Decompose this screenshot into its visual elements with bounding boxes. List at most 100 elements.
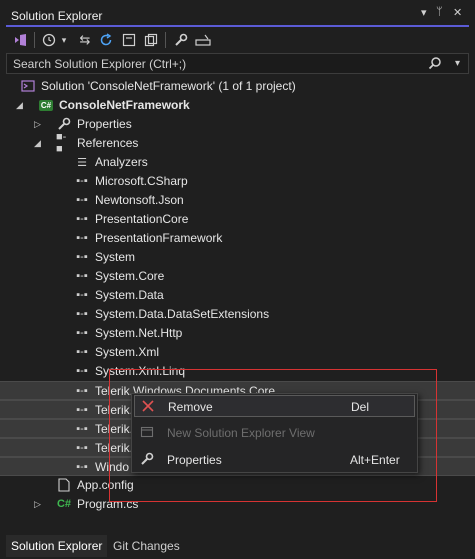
tree-item-label: App.config (77, 478, 134, 492)
remove-x-icon (142, 400, 154, 412)
toolbar (0, 27, 475, 53)
tree-item-label: Solution 'ConsoleNetFramework' (1 of 1 p… (41, 79, 296, 93)
new-view-icon (140, 426, 154, 438)
context-menu: Remove Del New Solution Explorer View Pr… (131, 393, 418, 473)
tree-item-references[interactable]: ◢ ■-■ References (0, 131, 475, 155)
show-all-files-icon[interactable] (142, 31, 160, 49)
reference-item[interactable]: ▪-▪ Microsoft.CSharp (0, 172, 475, 191)
tree-item-label: Program.cs (77, 497, 139, 511)
reference-label: System.Xml (95, 345, 160, 359)
expanded-arrow-icon[interactable]: ◢ (16, 100, 26, 110)
reference-label: System (95, 250, 136, 264)
assembly-reference-icon: ▪-▪ (76, 442, 88, 454)
assembly-reference-icon: ▪-▪ (76, 327, 88, 339)
toolbar-separator (34, 32, 35, 48)
reference-label: System.Core (95, 269, 165, 283)
csharp-project-icon: C# (38, 99, 54, 111)
tree-item-solution[interactable]: Solution 'ConsoleNetFramework' (1 of 1 p… (0, 77, 475, 96)
tree-item-label: ConsoleNetFramework (59, 98, 190, 112)
history-icon[interactable] (40, 31, 58, 49)
pin-icon[interactable]: ᛘ (436, 6, 443, 18)
reference-item[interactable]: ▪-▪ System.Xml.Linq (0, 362, 475, 381)
reference-item[interactable]: ▪-▪ System.Net.Http (0, 324, 475, 343)
assembly-reference-icon: ▪-▪ (76, 461, 88, 473)
tree-item-project[interactable]: ◢ C# ConsoleNetFramework (0, 96, 475, 115)
tree-item-analyzers[interactable]: ☰ Analyzers (0, 153, 475, 172)
tree-item-label: Properties (77, 117, 132, 131)
reference-label: System.Net.Http (95, 326, 183, 340)
collapse-all-icon[interactable] (120, 31, 138, 49)
sync-icon[interactable]: ⇆ (76, 31, 94, 49)
reference-label: Telerik. (95, 441, 134, 455)
assembly-reference-icon: ▪-▪ (76, 365, 88, 377)
toolbar-separator (165, 32, 166, 48)
assembly-reference-icon: ▪-▪ (76, 213, 88, 225)
menu-item-label: New Solution Explorer View (167, 426, 315, 440)
reference-label: System.Data.DataSetExtensions (95, 307, 270, 321)
tree-item-label: Analyzers (95, 155, 148, 169)
solution-icon (20, 79, 36, 93)
assembly-reference-icon: ▪-▪ (76, 289, 88, 301)
reference-label: Windo (95, 460, 130, 474)
references-icon: ■-■ (56, 131, 67, 155)
assembly-reference-icon: ▪-▪ (76, 423, 88, 435)
assembly-reference-icon: ▪-▪ (76, 175, 88, 187)
assembly-reference-icon: ▪-▪ (76, 308, 88, 320)
menu-item-label: Remove (168, 400, 213, 414)
menu-item-new-view[interactable]: New Solution Explorer View (134, 422, 415, 444)
menu-item-shortcut: Alt+Enter (350, 453, 400, 467)
menu-item-properties[interactable]: Properties Alt+Enter (134, 449, 415, 471)
reference-label: PresentationFramework (95, 231, 223, 245)
tree-item-program-cs[interactable]: ▷ C# Program.cs (0, 495, 475, 514)
reference-label: Telerik. (95, 422, 134, 436)
analyzers-icon: ☰ (77, 156, 87, 169)
properties-wrench-icon[interactable] (172, 31, 190, 49)
chevron-down-icon[interactable]: ▾ (59, 31, 69, 49)
assembly-reference-icon: ▪-▪ (76, 404, 88, 416)
reference-item[interactable]: ▪-▪ System.Data.DataSetExtensions (0, 305, 475, 324)
config-file-icon (56, 478, 72, 492)
assembly-reference-icon: ▪-▪ (76, 232, 88, 244)
collapsed-arrow-icon[interactable]: ▷ (34, 499, 44, 509)
reference-item[interactable]: ▪-▪ Newtonsoft.Json (0, 191, 475, 210)
menu-item-label: Properties (167, 453, 222, 467)
menu-item-remove[interactable]: Remove Del (134, 395, 415, 417)
reference-label: System.Data (95, 288, 164, 302)
tab-solution-explorer[interactable]: Solution Explorer (6, 535, 108, 557)
menu-item-shortcut: Del (351, 400, 370, 414)
refresh-icon[interactable] (97, 31, 115, 49)
preview-icon[interactable] (194, 31, 212, 49)
tab-git-changes[interactable]: Git Changes (108, 535, 185, 557)
assembly-reference-icon: ▪-▪ (76, 251, 88, 263)
assembly-reference-icon: ▪-▪ (76, 270, 88, 282)
window-title: Solution Explorer (11, 9, 103, 23)
close-icon[interactable]: ✕ (453, 6, 462, 19)
chevron-down-icon[interactable]: ▾ (455, 58, 460, 69)
reference-item[interactable]: ▪-▪ PresentationFramework (0, 229, 475, 248)
vs-switch-views-icon[interactable] (12, 31, 30, 49)
reference-label: Microsoft.CSharp (95, 174, 188, 188)
reference-label: Telerik. (95, 403, 134, 417)
assembly-reference-icon: ▪-▪ (76, 346, 88, 358)
search-icon[interactable] (428, 56, 442, 70)
search-box[interactable]: Search Solution Explorer (Ctrl+;) ▾ (6, 53, 469, 74)
reference-item[interactable]: ▪-▪ System.Xml (0, 343, 475, 362)
wrench-icon (56, 117, 72, 131)
tree-item-label: References (77, 136, 139, 150)
title-bar: Solution Explorer ▾ ᛘ ✕ (0, 0, 475, 26)
reference-item[interactable]: ▪-▪ System (0, 248, 475, 267)
reference-label: PresentationCore (95, 212, 189, 226)
collapsed-arrow-icon[interactable]: ▷ (34, 119, 44, 129)
reference-item[interactable]: ▪-▪ PresentationCore (0, 210, 475, 229)
csharp-file-icon: C# (56, 498, 72, 510)
search-input[interactable]: Search Solution Explorer (Ctrl+;) (13, 57, 186, 71)
reference-item[interactable]: ▪-▪ System.Core (0, 267, 475, 286)
tree-item-app-config[interactable]: App.config (0, 476, 475, 495)
reference-label: System.Xml.Linq (95, 364, 186, 378)
reference-label: Newtonsoft.Json (95, 193, 184, 207)
assembly-reference-icon: ▪-▪ (76, 385, 88, 397)
expanded-arrow-icon[interactable]: ◢ (34, 138, 44, 148)
chevron-down-icon[interactable]: ▾ (421, 6, 427, 19)
reference-item[interactable]: ▪-▪ System.Data (0, 286, 475, 305)
assembly-reference-icon: ▪-▪ (76, 194, 88, 206)
